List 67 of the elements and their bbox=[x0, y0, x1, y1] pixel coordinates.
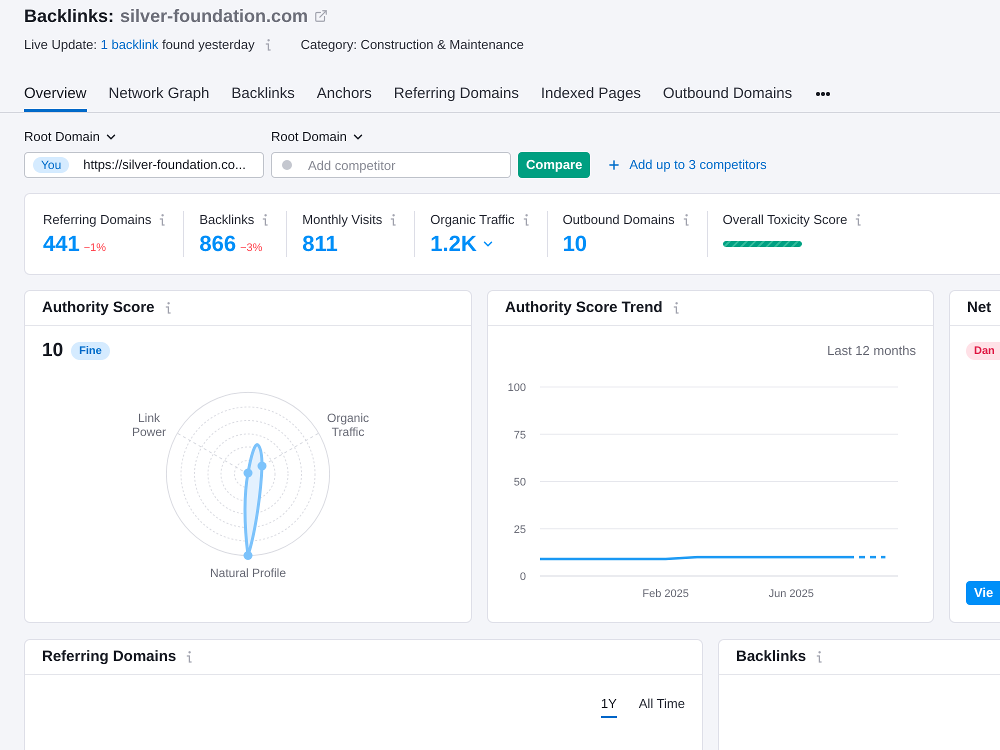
axis-tick-label: 75 bbox=[514, 429, 526, 442]
metric-value: 441 bbox=[43, 231, 80, 257]
category-text: Category: Construction & Maintenance bbox=[300, 36, 524, 54]
metric-label: Overall Toxicity Score bbox=[722, 211, 848, 230]
metric-label: Outbound Domains bbox=[562, 211, 675, 230]
axis-tick-label: Feb 2025 bbox=[642, 588, 689, 600]
tab[interactable]: Indexed Pages bbox=[540, 84, 641, 112]
you-tag: You bbox=[33, 157, 70, 173]
metric-value: 10 bbox=[562, 231, 588, 257]
info-icon bbox=[682, 214, 689, 226]
axis-tick-label: 50 bbox=[514, 476, 526, 488]
card-title: Backlinks bbox=[736, 646, 806, 667]
range-tab[interactable]: 1Y bbox=[600, 695, 617, 718]
axis-tick-label: 0 bbox=[520, 571, 526, 583]
domain-field[interactable]: You https://silver-foundation.co... bbox=[24, 152, 264, 178]
plus-icon bbox=[607, 158, 622, 172]
metric-change: −3% bbox=[240, 241, 262, 256]
axis-tick-label: 25 bbox=[514, 524, 526, 536]
axis-label: Natural Profile bbox=[208, 566, 288, 580]
axis-tick-label: 100 bbox=[508, 382, 526, 394]
metric-label: Referring Domains bbox=[43, 211, 152, 230]
more-icon bbox=[816, 92, 830, 96]
metric-label: Monthly Visits bbox=[302, 211, 382, 230]
card-title: Referring Domains bbox=[42, 646, 176, 667]
metric-label: Organic Traffic bbox=[430, 211, 515, 230]
metric-value: 866 bbox=[199, 231, 236, 257]
fine-badge: Fine bbox=[71, 342, 110, 360]
info-icon bbox=[164, 302, 171, 314]
range-tab[interactable]: All Time bbox=[638, 695, 685, 718]
axis-label: Link Power bbox=[130, 411, 167, 439]
info-icon bbox=[816, 651, 822, 663]
live-update-text: Live Update: 1 backlink found yesterday bbox=[24, 36, 255, 54]
info-icon bbox=[159, 214, 166, 226]
info-icon bbox=[522, 214, 529, 226]
tab[interactable]: Overview bbox=[24, 84, 87, 112]
score-value: 10 bbox=[42, 340, 64, 362]
axis-tick-label: Jun 2025 bbox=[768, 588, 814, 600]
tab[interactable]: Backlinks bbox=[231, 84, 295, 112]
card-title: Authority Score Trend bbox=[505, 298, 663, 318]
axis-label: Organic Traffic bbox=[326, 411, 370, 439]
info-icon bbox=[264, 39, 271, 51]
backlink-link[interactable]: 1 backlink bbox=[100, 37, 158, 52]
info-icon bbox=[672, 302, 679, 314]
page-title: Backlinks: bbox=[24, 4, 114, 28]
tab[interactable]: Anchors bbox=[316, 84, 372, 112]
info-icon bbox=[855, 214, 862, 226]
external-link-icon[interactable] bbox=[314, 9, 328, 23]
danger-badge: Dan bbox=[966, 342, 1000, 360]
field-value: https://silver-foundation.co... bbox=[83, 156, 246, 174]
metric-label: Backlinks bbox=[199, 211, 254, 230]
info-icon bbox=[262, 214, 268, 226]
metric-change: −1% bbox=[84, 241, 106, 256]
metric-value: 811 bbox=[302, 231, 338, 257]
add-competitors-link[interactable]: Add up to 3 competitors bbox=[607, 155, 767, 175]
competitor-field[interactable]: Add competitor bbox=[271, 152, 511, 178]
period-label: Last 12 months bbox=[827, 342, 916, 360]
tab[interactable]: Referring Domains bbox=[394, 84, 519, 112]
scope-dropdown[interactable]: Root Domain bbox=[24, 128, 118, 146]
tab[interactable]: Outbound Domains bbox=[662, 84, 792, 112]
domain-name: silver-foundation.com bbox=[120, 4, 308, 28]
card-title: Net bbox=[967, 298, 992, 318]
info-icon bbox=[390, 214, 396, 226]
card-title: Authority Score bbox=[42, 298, 155, 318]
scope-dropdown[interactable]: Root Domain bbox=[271, 128, 365, 146]
metric-value: 1.2K bbox=[430, 231, 477, 257]
tab[interactable]: Network Graph bbox=[108, 84, 210, 112]
info-icon bbox=[186, 651, 192, 663]
